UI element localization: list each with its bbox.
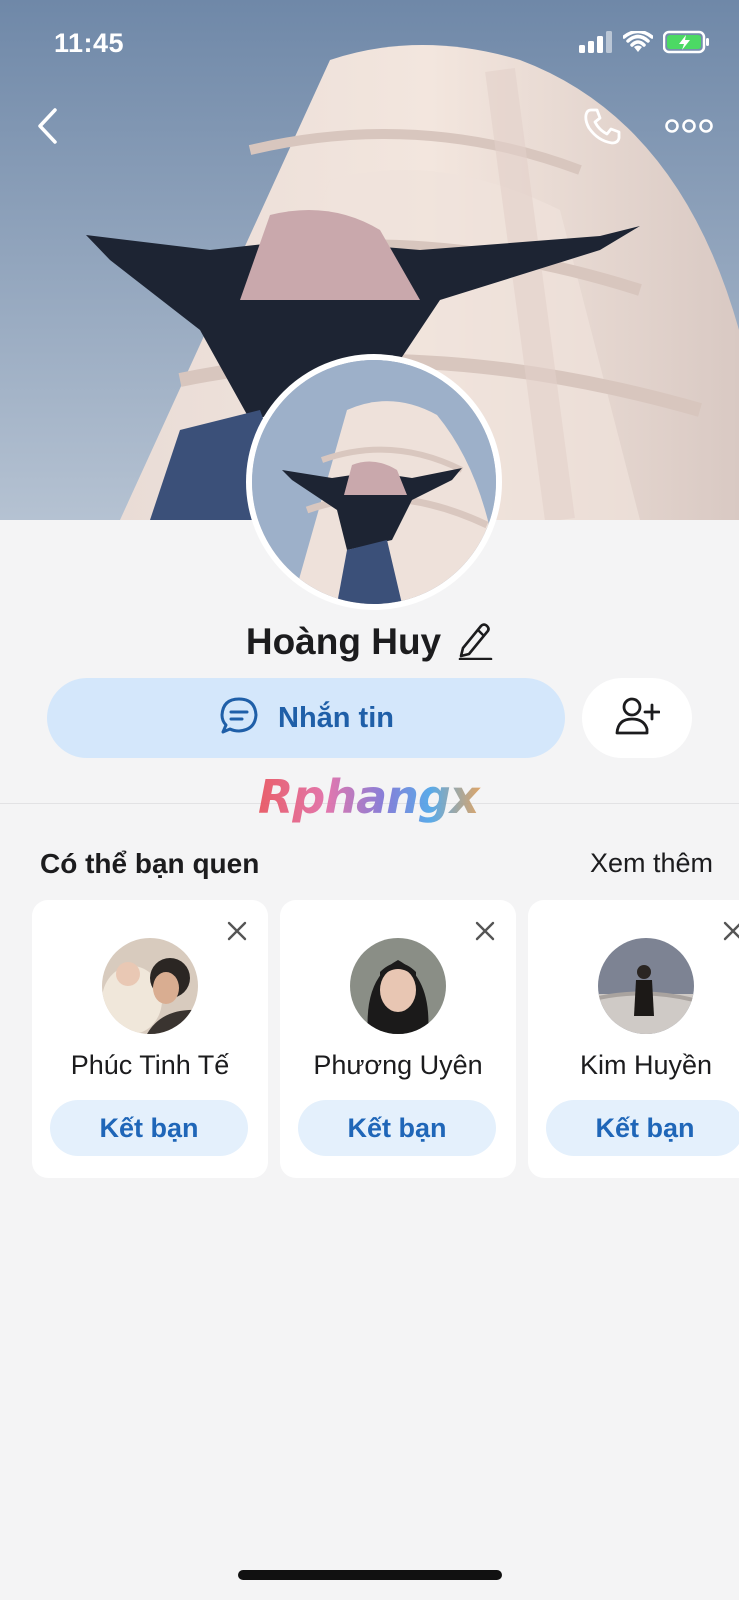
add-friend-button[interactable] bbox=[582, 678, 692, 758]
phone-icon bbox=[582, 106, 622, 151]
avatar[interactable] bbox=[350, 938, 446, 1034]
watermark-logo: Rphangx bbox=[258, 770, 488, 830]
suggestion-card[interactable]: Kim Huyền Kết bạn bbox=[528, 900, 739, 1178]
avatar[interactable] bbox=[598, 938, 694, 1034]
status-icons bbox=[579, 29, 711, 59]
suggestions-title: Có thể bạn quen bbox=[40, 848, 260, 879]
status-bar: 11:45 bbox=[0, 0, 739, 90]
see-more-link[interactable]: Xem thêm bbox=[590, 848, 713, 879]
add-friend-button[interactable]: Kết bạn bbox=[50, 1100, 248, 1156]
more-dots-icon bbox=[665, 118, 713, 139]
message-button[interactable]: Nhắn tin bbox=[47, 678, 565, 758]
add-friend-button[interactable]: Kết bạn bbox=[298, 1100, 496, 1156]
suggestion-card[interactable]: Phương Uyên Kết bạn bbox=[280, 900, 516, 1178]
close-icon[interactable] bbox=[470, 916, 500, 946]
add-friend-button[interactable]: Kết bạn bbox=[546, 1100, 739, 1156]
top-navigation bbox=[0, 100, 739, 160]
profile-name-row: Hoàng Huy bbox=[0, 612, 739, 672]
home-indicator[interactable] bbox=[238, 1570, 502, 1580]
close-icon[interactable] bbox=[718, 916, 739, 946]
profile-name: Hoàng Huy bbox=[245, 621, 442, 662]
chat-bubble-icon bbox=[218, 695, 260, 742]
back-button[interactable] bbox=[22, 100, 72, 156]
status-time: 11:45 bbox=[54, 28, 125, 58]
suggestion-name: Kim Huyền bbox=[579, 1050, 713, 1080]
signal-icon bbox=[579, 31, 613, 58]
pencil-icon[interactable] bbox=[457, 620, 493, 665]
suggestion-name: Phúc Tinh Tế bbox=[70, 1050, 230, 1080]
suggestion-name: Phương Uyên bbox=[313, 1050, 483, 1080]
call-button[interactable] bbox=[577, 100, 627, 156]
avatar-image bbox=[252, 360, 496, 604]
battery-icon bbox=[662, 30, 711, 59]
profile-avatar[interactable] bbox=[246, 354, 502, 610]
suggestion-card[interactable]: Phúc Tinh Tế Kết bạn bbox=[32, 900, 268, 1178]
message-label: Nhắn tin bbox=[278, 701, 394, 734]
chevron-left-icon bbox=[34, 106, 60, 151]
user-plus-icon bbox=[614, 695, 661, 742]
avatar[interactable] bbox=[102, 938, 198, 1034]
more-button[interactable] bbox=[659, 100, 719, 156]
wifi-icon bbox=[622, 29, 654, 58]
close-icon[interactable] bbox=[222, 916, 252, 946]
